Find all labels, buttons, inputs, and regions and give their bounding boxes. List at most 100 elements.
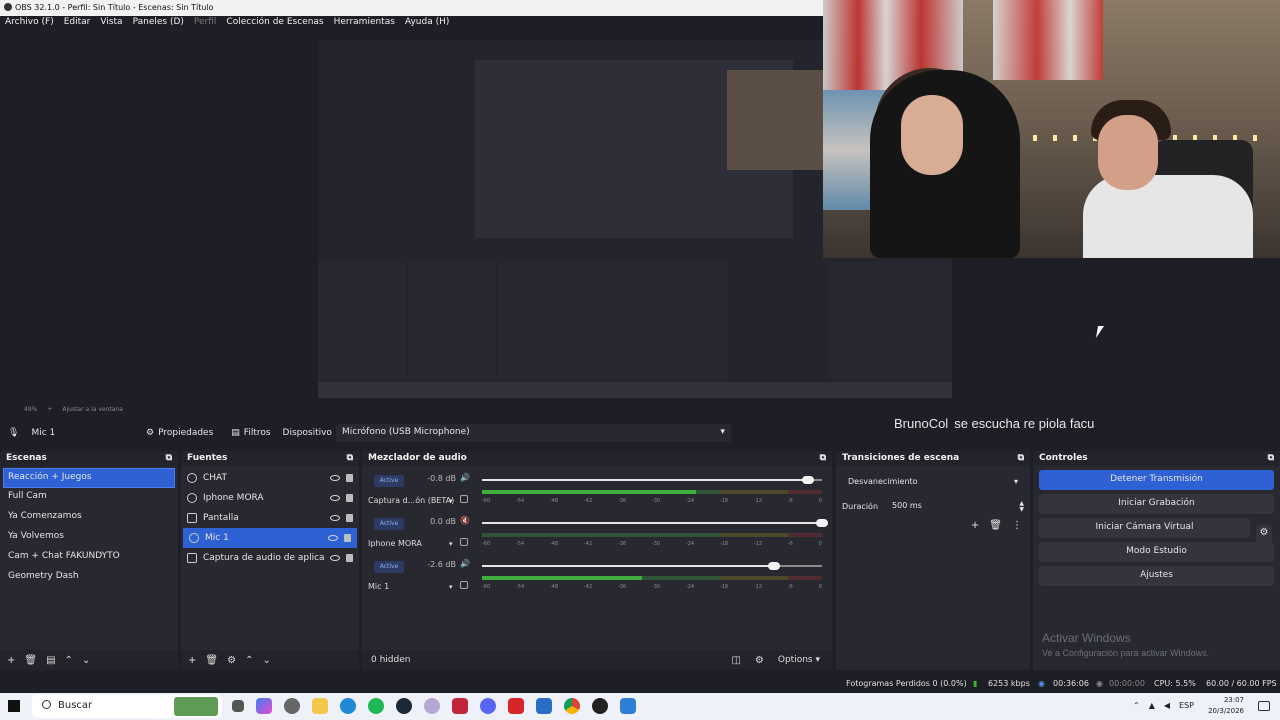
source-item[interactable]: Captura de audio de aplicació bbox=[181, 548, 359, 568]
duration-input[interactable]: 500 ms bbox=[884, 499, 1014, 514]
source-item[interactable]: Mic 1 bbox=[183, 528, 357, 548]
channel-settings-icon[interactable] bbox=[460, 581, 468, 589]
chevron-down-icon[interactable]: ▾ bbox=[449, 583, 453, 591]
scene-item[interactable]: Cam + Chat FAKUNDYTO bbox=[0, 548, 178, 568]
stop-streaming-button[interactable]: Detener Transmisión bbox=[1039, 470, 1274, 490]
menu-paneles[interactable]: Paneles (D) bbox=[128, 16, 189, 32]
dock-float-icon[interactable]: ⧉ bbox=[347, 453, 353, 464]
lock-icon[interactable] bbox=[346, 514, 353, 522]
add-icon[interactable]: + bbox=[188, 655, 196, 666]
menu-archivo[interactable]: Archivo (F) bbox=[0, 16, 59, 32]
network-icon[interactable]: ▲ bbox=[1149, 701, 1155, 710]
menu-coleccion-escenas[interactable]: Colección de Escenas bbox=[221, 16, 328, 32]
chevron-up-icon[interactable]: ⌃ bbox=[1133, 701, 1140, 710]
taskbar-clock[interactable]: 23:07 20/3/2026 bbox=[1208, 695, 1244, 717]
filters-button[interactable]: ▤ Filtros bbox=[225, 426, 276, 440]
arrow-down-icon[interactable]: ⌄ bbox=[82, 655, 90, 666]
trash-icon[interactable]: 🗑 bbox=[205, 655, 218, 666]
file-explorer-icon[interactable] bbox=[312, 698, 328, 714]
dock-float-icon[interactable]: ⧉ bbox=[1268, 453, 1274, 464]
menu-editar[interactable]: Editar bbox=[59, 16, 96, 32]
menu-herramientas[interactable]: Herramientas bbox=[329, 16, 400, 32]
dock-float-icon[interactable]: ⧉ bbox=[820, 453, 826, 464]
windows-start-icon[interactable] bbox=[8, 700, 20, 712]
start-virtual-camera-button[interactable]: Iniciar Cámara Virtual bbox=[1039, 518, 1250, 538]
transition-select[interactable]: Desvanecimiento ▾ bbox=[842, 474, 1024, 491]
lock-icon[interactable] bbox=[346, 554, 353, 562]
edge-icon[interactable] bbox=[340, 698, 356, 714]
steam-icon[interactable] bbox=[396, 698, 412, 714]
scene-item[interactable]: Ya Volvemos bbox=[0, 528, 178, 548]
volume-slider[interactable] bbox=[482, 476, 822, 484]
adobe-icon[interactable] bbox=[508, 698, 524, 714]
dock-float-icon[interactable]: ⧉ bbox=[166, 453, 172, 464]
chevron-down-icon[interactable]: ▾ bbox=[449, 497, 453, 505]
keyboard-lang[interactable]: ESP bbox=[1179, 701, 1194, 710]
obs-app-icon[interactable] bbox=[592, 698, 608, 714]
properties-button[interactable]: ⚙ Propiedades bbox=[140, 426, 219, 440]
volume-slider-handle[interactable] bbox=[816, 519, 828, 527]
start-recording-button[interactable]: Iniciar Grabación bbox=[1039, 494, 1274, 514]
settings-button[interactable]: Ajustes bbox=[1039, 566, 1274, 586]
speaker-icon[interactable]: 🔊 bbox=[460, 559, 470, 569]
source-item[interactable]: Pantalla bbox=[181, 508, 359, 528]
chart-app-icon[interactable] bbox=[620, 698, 636, 714]
filter-icon[interactable]: ▤ bbox=[46, 655, 55, 666]
capcut-icon[interactable] bbox=[452, 698, 468, 714]
arrow-up-icon[interactable]: ⌃ bbox=[65, 655, 73, 666]
channel-settings-icon[interactable] bbox=[460, 538, 468, 546]
gear-icon[interactable]: ⚙ bbox=[227, 655, 236, 666]
eye-icon[interactable] bbox=[330, 555, 340, 561]
studio-mode-button[interactable]: Modo Estudio bbox=[1039, 542, 1274, 562]
trash-icon[interactable]: 🗑 bbox=[989, 520, 1002, 531]
scene-item[interactable]: Geometry Dash bbox=[0, 568, 178, 588]
arrow-up-icon[interactable]: ⌃ bbox=[245, 655, 253, 666]
eye-icon[interactable] bbox=[330, 495, 340, 501]
app-icon[interactable] bbox=[424, 698, 440, 714]
arrow-down-icon[interactable]: ⌄ bbox=[262, 655, 270, 666]
scene-item[interactable]: Ya Comenzamos bbox=[0, 508, 178, 528]
add-icon[interactable]: + bbox=[7, 655, 15, 666]
muted-speaker-icon[interactable]: 🔇 bbox=[460, 516, 470, 526]
lock-icon[interactable] bbox=[346, 474, 353, 482]
dock-float-icon[interactable]: ⧉ bbox=[1018, 453, 1024, 464]
preview-area[interactable] bbox=[0, 0, 1280, 400]
speaker-icon[interactable]: 🔊 bbox=[460, 473, 470, 483]
volume-slider-handle[interactable] bbox=[802, 476, 815, 484]
menu-vista[interactable]: Vista bbox=[95, 16, 127, 32]
source-item[interactable]: Iphone MORA bbox=[181, 488, 359, 508]
trash-icon[interactable]: 🗑 bbox=[24, 655, 37, 666]
zoom-plus-icon[interactable]: + bbox=[47, 406, 52, 413]
zoom-level[interactable]: 49% bbox=[24, 406, 37, 413]
taskbar-search[interactable]: Buscar bbox=[32, 695, 222, 718]
chevron-down-icon[interactable]: ▾ bbox=[449, 540, 453, 548]
device-select[interactable]: Micrófono (USB Microphone) ▾ bbox=[335, 424, 731, 442]
layout-icon[interactable]: ◫ bbox=[731, 655, 740, 666]
volume-slider[interactable] bbox=[482, 562, 822, 570]
scene-item[interactable]: Full Cam bbox=[0, 488, 178, 508]
settings-app-icon[interactable] bbox=[284, 698, 300, 714]
chrome-icon[interactable] bbox=[564, 698, 580, 714]
eye-icon[interactable] bbox=[330, 515, 340, 521]
valorant-icon[interactable] bbox=[536, 698, 552, 714]
volume-slider-handle[interactable] bbox=[768, 562, 781, 570]
volume-slider[interactable] bbox=[482, 519, 828, 527]
channel-settings-icon[interactable] bbox=[460, 495, 468, 503]
lock-icon[interactable] bbox=[344, 534, 351, 542]
copilot-icon[interactable] bbox=[256, 698, 272, 714]
eye-icon[interactable] bbox=[330, 475, 340, 481]
options-button[interactable]: Options ▾ bbox=[778, 655, 820, 665]
menu-perfil[interactable]: Perfil bbox=[189, 16, 222, 32]
advanced-audio-icon[interactable]: ⚙ bbox=[755, 655, 764, 666]
lock-icon[interactable] bbox=[346, 494, 353, 502]
source-item[interactable]: CHAT bbox=[181, 468, 359, 488]
notifications-icon[interactable] bbox=[1258, 701, 1270, 711]
fit-to-window[interactable]: Ajustar a la ventana bbox=[62, 406, 123, 413]
menu-ayuda[interactable]: Ayuda (H) bbox=[400, 16, 454, 32]
hidden-count[interactable]: 0 hidden bbox=[371, 655, 410, 665]
virtual-camera-settings-icon[interactable]: ⚙ bbox=[1256, 525, 1272, 543]
eye-icon[interactable] bbox=[328, 535, 338, 541]
add-icon[interactable]: + bbox=[971, 520, 979, 531]
spotify-icon[interactable] bbox=[368, 698, 384, 714]
more-icon[interactable]: ⋮ bbox=[1012, 520, 1022, 531]
